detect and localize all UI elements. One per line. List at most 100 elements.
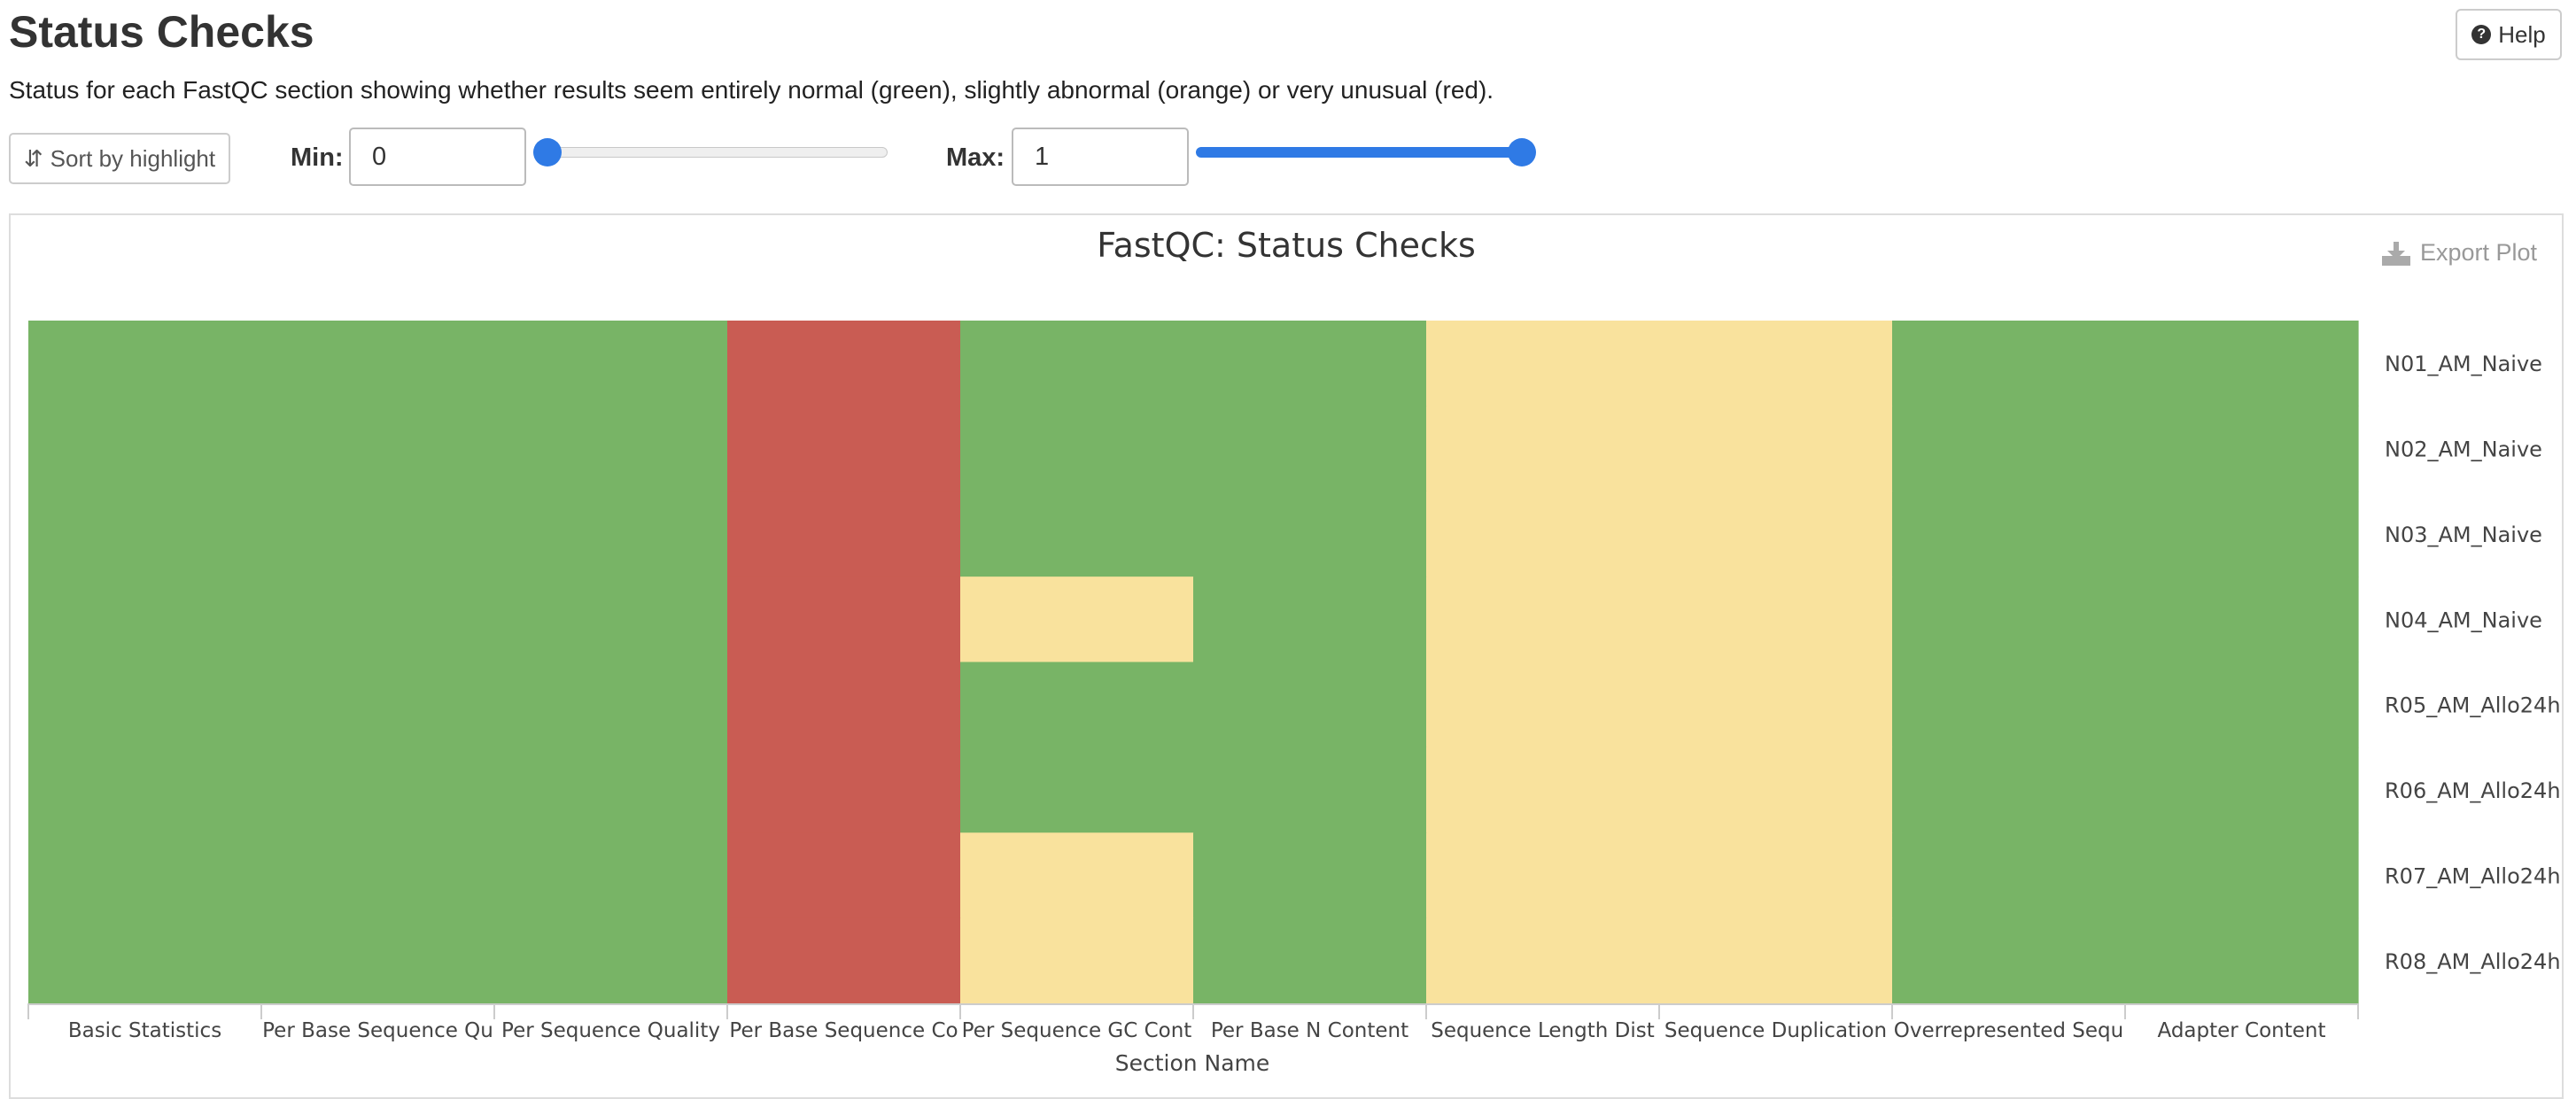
heatmap-cell[interactable]	[1426, 917, 1660, 1004]
heatmap-cell[interactable]	[1659, 832, 1893, 919]
heatmap-cell[interactable]	[494, 321, 728, 406]
heatmap-cell[interactable]	[1193, 491, 1427, 577]
heatmap-cell[interactable]	[494, 662, 728, 748]
heatmap-cell[interactable]	[1193, 662, 1427, 748]
heatmap-cell[interactable]	[727, 917, 961, 1004]
y-tick-label: R06_AM_Allo24h	[2385, 778, 2561, 803]
x-tick-label: Sequence Duplication	[1664, 1019, 1887, 1042]
heatmap-cell[interactable]	[2125, 406, 2359, 492]
heatmap-cell[interactable]	[2125, 832, 2359, 919]
heatmap-cell[interactable]	[1426, 747, 1660, 833]
heatmap-cell[interactable]	[1892, 321, 2126, 406]
heatmap-cell[interactable]	[261, 747, 495, 833]
heatmap-cell[interactable]	[261, 491, 495, 577]
heatmap-cell[interactable]	[1659, 321, 1893, 406]
heatmap-cell[interactable]	[2125, 747, 2359, 833]
heatmap-cell[interactable]	[494, 747, 728, 833]
heatmap-cell[interactable]	[1193, 577, 1427, 663]
heatmap-cell[interactable]	[727, 406, 961, 492]
heatmap-cell[interactable]	[28, 321, 262, 406]
heatmap-cell[interactable]	[1426, 832, 1660, 919]
x-tick-label: Overrepresented Sequ	[1894, 1019, 2123, 1042]
y-tick-label: R08_AM_Allo24h	[2385, 949, 2561, 974]
heatmap-cell[interactable]	[727, 662, 961, 748]
heatmap-cell[interactable]	[960, 321, 1194, 406]
heatmap-cell[interactable]	[1892, 747, 2126, 833]
heatmap-cell[interactable]	[1892, 917, 2126, 1004]
heatmap-cell[interactable]	[1193, 832, 1427, 919]
heatmap-cell[interactable]	[28, 406, 262, 492]
heatmap-cell[interactable]	[28, 832, 262, 919]
heatmap-cell[interactable]	[494, 917, 728, 1004]
heatmap-cell[interactable]	[1426, 491, 1660, 577]
y-tick-label: N01_AM_Naive	[2385, 352, 2542, 376]
heatmap-cell[interactable]	[2125, 577, 2359, 663]
x-tick-label: Per Sequence GC Cont	[962, 1019, 1192, 1042]
heatmap-cell[interactable]	[1892, 491, 2126, 577]
y-tick-label: N02_AM_Naive	[2385, 437, 2542, 462]
heatmap-cell[interactable]	[494, 577, 728, 663]
heatmap-cell[interactable]	[1426, 662, 1660, 748]
heatmap-cell[interactable]	[1892, 662, 2126, 748]
chart-title: FastQC: Status Checks	[1097, 226, 1476, 265]
heatmap-cell[interactable]	[1892, 577, 2126, 663]
heatmap-cell[interactable]	[261, 832, 495, 919]
x-tick-label: Adapter Content	[2157, 1019, 2325, 1042]
heatmap-cell[interactable]	[261, 406, 495, 492]
heatmap-cell[interactable]	[28, 917, 262, 1004]
x-axis-title: Section Name	[1115, 1050, 1270, 1076]
heatmap-cell[interactable]	[2125, 662, 2359, 748]
heatmap-cell[interactable]	[727, 491, 961, 577]
heatmap-cell[interactable]	[1193, 406, 1427, 492]
heatmap-cell[interactable]	[727, 747, 961, 833]
heatmap-cell[interactable]	[494, 406, 728, 492]
heatmap-cell[interactable]	[727, 321, 961, 406]
heatmap-cell[interactable]	[960, 832, 1194, 919]
heatmap-cell[interactable]	[1659, 662, 1893, 748]
x-tick-label: Per Base Sequence Qu	[262, 1019, 493, 1042]
heatmap-cell[interactable]	[1426, 321, 1660, 406]
heatmap-cell[interactable]	[494, 832, 728, 919]
x-tick-label: Basic Statistics	[68, 1019, 221, 1042]
heatmap-cell[interactable]	[494, 491, 728, 577]
heatmap-cell[interactable]	[1193, 321, 1427, 406]
heatmap-cell[interactable]	[1659, 747, 1893, 833]
heatmap-cell[interactable]	[28, 747, 262, 833]
y-tick-label: N04_AM_Naive	[2385, 608, 2542, 632]
heatmap-cell[interactable]	[1426, 406, 1660, 492]
heatmap-cell[interactable]	[960, 491, 1194, 577]
heatmap-cell[interactable]	[261, 917, 495, 1004]
heatmap-cell[interactable]	[28, 662, 262, 748]
x-tick-label: Per Base Sequence Co	[729, 1019, 958, 1042]
y-tick-label: R07_AM_Allo24h	[2385, 863, 2561, 888]
heatmap-cell[interactable]	[1193, 917, 1427, 1004]
heatmap-cell[interactable]	[960, 406, 1194, 492]
heatmap-cell[interactable]	[1659, 577, 1893, 663]
heatmap-cell[interactable]	[2125, 491, 2359, 577]
y-tick-label: R05_AM_Allo24h	[2385, 693, 2561, 718]
heatmap-cell[interactable]	[1892, 832, 2126, 919]
heatmap-cell[interactable]	[261, 321, 495, 406]
heatmap-cell[interactable]	[960, 747, 1194, 833]
heatmap-cell[interactable]	[960, 917, 1194, 1004]
heatmap-cell[interactable]	[2125, 917, 2359, 1004]
heatmap-cell[interactable]	[28, 491, 262, 577]
x-tick-label: Sequence Length Dist	[1431, 1019, 1655, 1042]
heatmap-cell[interactable]	[960, 662, 1194, 748]
heatmap-cell[interactable]	[1193, 747, 1427, 833]
heatmap-cell[interactable]	[261, 662, 495, 748]
heatmap-cell[interactable]	[727, 832, 961, 919]
heatmap-cell[interactable]	[727, 577, 961, 663]
x-tick-label: Per Sequence Quality	[501, 1019, 720, 1042]
heatmap-cell[interactable]	[960, 577, 1194, 663]
x-tick-label: Per Base N Content	[1211, 1019, 1408, 1042]
heatmap-cell[interactable]	[261, 577, 495, 663]
status-heatmap: FastQC: Status Checks N01_AM_Naive N02_AM…	[27, 226, 2561, 1076]
heatmap-cell[interactable]	[1426, 577, 1660, 663]
heatmap-cell[interactable]	[28, 577, 262, 663]
heatmap-cell[interactable]	[1659, 406, 1893, 492]
heatmap-cell[interactable]	[2125, 321, 2359, 406]
heatmap-cell[interactable]	[1892, 406, 2126, 492]
heatmap-cell[interactable]	[1659, 491, 1893, 577]
heatmap-cell[interactable]	[1659, 917, 1893, 1004]
